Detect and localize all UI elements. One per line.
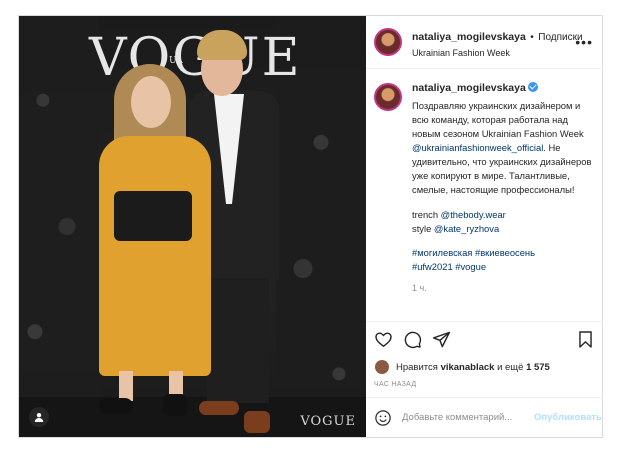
woman-trench-coat (99, 136, 211, 376)
tagged-users-icon[interactable] (29, 407, 49, 427)
like-heart-icon[interactable] (374, 330, 393, 349)
woman-shoe (163, 394, 187, 416)
post-header: nataliya_mogilevskaya • Подписки Ukraini… (366, 16, 603, 69)
man-shoe (199, 401, 239, 415)
woman-leg (119, 371, 133, 401)
hashtag-link[interactable]: #могилевская (412, 247, 472, 258)
avatar[interactable] (374, 28, 402, 56)
post-photo[interactable]: VOGUE UA VOGUE (19, 16, 366, 437)
caption-time[interactable]: 1 ч. (412, 282, 595, 296)
woman-belt (114, 191, 192, 241)
man-legs (207, 278, 269, 403)
caption-body: nataliya_mogilevskaya Поздравляю украинс… (412, 81, 595, 321)
likes-summary: Нравится vikanablack и ещё 1 575 (366, 357, 603, 377)
publish-button[interactable]: Опубликовать (534, 412, 602, 423)
caption-username[interactable]: nataliya_mogilevskaya (412, 81, 526, 97)
hashtag-link[interactable]: #вкиевеосень (475, 247, 535, 258)
post-timestamp[interactable]: ЧАС НАЗАД (366, 377, 603, 397)
more-options-icon[interactable]: ••• (575, 34, 593, 50)
likes-middle: и ещё (497, 361, 524, 373)
comment-bubble-icon[interactable] (403, 330, 422, 349)
liker-avatar[interactable] (374, 359, 390, 375)
separator-dot: • (530, 32, 534, 44)
caption-avatar[interactable] (374, 83, 402, 111)
credit-label: trench (412, 208, 439, 220)
hashtags: #могилевская #вкиевеосень #ufw2021 #vogu… (412, 246, 595, 274)
header-text: nataliya_mogilevskaya • Подписки Ukraini… (412, 25, 583, 59)
backdrop-left (19, 16, 99, 437)
vogue-ua-mark: UA (169, 56, 183, 66)
woman-shoe (99, 398, 133, 414)
share-paper-plane-icon[interactable] (432, 330, 451, 349)
likes-count[interactable]: 1 575 (526, 362, 550, 373)
header-username[interactable]: nataliya_mogilevskaya (412, 31, 526, 43)
caption-paragraph: Поздравляю украинских дизайнером и всю к… (412, 99, 584, 139)
hashtag-link[interactable]: #vogue (455, 261, 486, 272)
likes-prefix: Нравится (396, 361, 438, 373)
emoji-smiley-icon[interactable] (374, 409, 392, 427)
caption: nataliya_mogilevskaya Поздравляю украинс… (366, 69, 603, 321)
mention-link[interactable]: @ukrainianfashionweek_official (412, 142, 543, 153)
bookmark-icon[interactable] (576, 330, 595, 349)
comment-input[interactable] (402, 412, 534, 423)
hashtag-link[interactable]: #ufw2021 (412, 261, 453, 272)
instagram-post: VOGUE UA VOGUE nataliya_mogilevskaya • П… (18, 15, 603, 438)
woman-face (131, 76, 171, 128)
mention-link[interactable]: @kate_ryzhova (434, 223, 499, 234)
liker-username[interactable]: vikanablack (441, 362, 495, 373)
vogue-logo-small: VOGUE (300, 414, 356, 429)
credits: trench @thebody.wear style @kate_ryzhova (412, 208, 595, 236)
man-shoe (244, 411, 270, 433)
comment-box: Опубликовать (366, 397, 603, 437)
caption-text: Поздравляю украинских дизайнером и всю к… (412, 99, 595, 198)
post-sidebar: nataliya_mogilevskaya • Подписки Ukraini… (366, 16, 603, 437)
mention-link[interactable]: @thebody.wear (441, 209, 506, 220)
credit-label: style (412, 222, 432, 234)
action-bar (366, 321, 603, 357)
verified-badge-icon (527, 82, 538, 92)
location-link[interactable]: Ukrainian Fashion Week (412, 47, 583, 59)
